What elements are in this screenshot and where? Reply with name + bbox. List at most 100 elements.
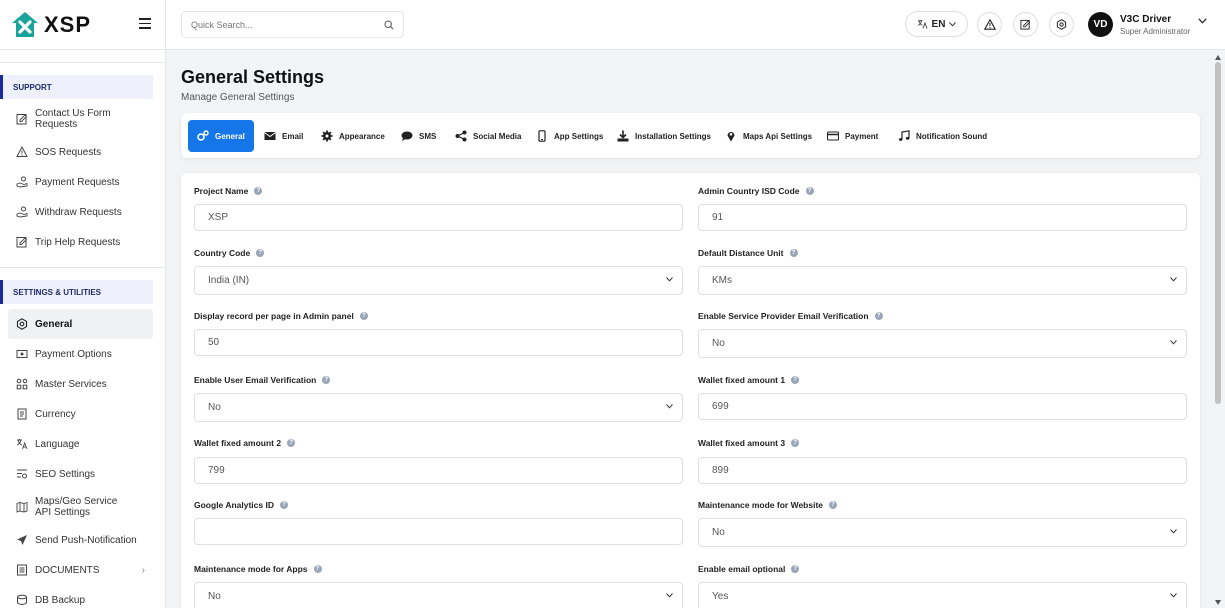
sidebar-item-language[interactable]: Language xyxy=(0,429,165,459)
records-per-page-input[interactable]: 50 xyxy=(194,329,683,356)
settings-button[interactable] xyxy=(1049,12,1074,37)
label-text: Wallet fixed amount 3 xyxy=(698,438,786,448)
label-text: Wallet fixed amount 2 xyxy=(194,438,282,448)
help-icon[interactable]: ? xyxy=(287,439,296,447)
wallet-amount-2-input[interactable]: 799 xyxy=(194,457,683,484)
sidebar-item-maps-api[interactable]: Maps/Geo Service API Settings xyxy=(0,489,165,525)
download-icon xyxy=(617,130,629,142)
sidebar-item-documents[interactable]: DOCUMENTS › xyxy=(0,555,165,585)
distance-unit-select[interactable]: KMs xyxy=(698,266,1187,295)
language-code: EN xyxy=(931,18,946,30)
country-code-select[interactable]: India (IN) xyxy=(194,266,683,295)
email-optional-select[interactable]: Yes xyxy=(698,582,1187,608)
sidebar-item-label: DOCUMENTS xyxy=(35,564,100,576)
sidebar-item-label: SOS Requests xyxy=(35,146,102,158)
user-name[interactable]: V3C Driver xyxy=(1120,14,1171,25)
help-icon[interactable]: ? xyxy=(322,376,331,384)
notes-button[interactable] xyxy=(1013,12,1038,37)
help-icon[interactable]: ? xyxy=(279,501,288,509)
settings-tabs: General Email Appearance SMS Social Medi… xyxy=(181,113,1200,158)
field-label: Maintenance mode for Website? xyxy=(698,500,838,510)
tab-notification-sound[interactable]: Notification Sound xyxy=(898,120,987,152)
help-icon[interactable]: ? xyxy=(791,439,800,447)
warning-icon xyxy=(983,19,996,30)
user-email-verification-select[interactable]: No xyxy=(194,393,683,422)
sidebar-item-db-backup[interactable]: DB Backup xyxy=(0,585,165,608)
wallet-amount-3-input[interactable]: 899 xyxy=(698,457,1187,484)
admin-isd-code-input[interactable]: 91 xyxy=(698,204,1187,231)
sidebar-item-payment-options[interactable]: Payment Options xyxy=(0,339,165,369)
help-icon[interactable]: ? xyxy=(805,187,814,195)
sidebar-item-label: General xyxy=(35,318,73,330)
sidebar-item-general[interactable]: General xyxy=(8,309,153,339)
sidebar-item-seo-settings[interactable]: SEO Settings xyxy=(0,459,165,489)
sidebar-item-contact-us[interactable]: Contact Us Form Requests xyxy=(0,101,165,137)
sidebar-item-withdraw-requests[interactable]: Withdraw Requests xyxy=(0,197,165,227)
tab-app-settings[interactable]: App Settings xyxy=(536,120,603,152)
help-icon[interactable]: ? xyxy=(359,312,368,320)
website-maintenance-select[interactable]: No xyxy=(698,518,1187,547)
field-label: Enable User Email Verification? xyxy=(194,375,331,385)
sidebar-item-trip-help[interactable]: Trip Help Requests xyxy=(0,227,165,257)
search-icon[interactable] xyxy=(384,19,394,30)
project-name-input[interactable]: XSP xyxy=(194,204,683,231)
edit-icon xyxy=(1020,19,1031,30)
scrollbar-thumb[interactable] xyxy=(1215,62,1221,404)
search-box[interactable] xyxy=(181,11,404,38)
field-value: 50 xyxy=(208,337,220,348)
sidebar-item-label: Contact Us Form Requests xyxy=(35,108,111,130)
general-settings-form: Project Name? XSP Admin Country ISD Code… xyxy=(181,173,1200,608)
tab-appearance[interactable]: Appearance xyxy=(321,120,385,152)
help-icon[interactable]: ? xyxy=(256,249,265,257)
help-icon[interactable]: ? xyxy=(874,312,883,320)
provider-email-verification-select[interactable]: No xyxy=(698,329,1187,358)
tab-payment[interactable]: Payment xyxy=(827,120,878,152)
help-icon[interactable]: ? xyxy=(789,249,798,257)
help-icon[interactable]: ? xyxy=(791,376,800,384)
tab-maps-api-settings[interactable]: Maps Api Settings xyxy=(725,120,812,152)
seo-icon xyxy=(17,469,27,479)
field-label: Wallet fixed amount 3? xyxy=(698,438,800,448)
tab-general[interactable]: General xyxy=(188,120,254,152)
help-icon[interactable]: ? xyxy=(313,565,322,573)
tab-label: Appearance xyxy=(339,131,385,141)
field-label: Wallet fixed amount 2? xyxy=(194,438,296,448)
tab-installation-settings[interactable]: Installation Settings xyxy=(617,120,711,152)
tab-label: General xyxy=(215,131,245,141)
wallet-amount-1-input[interactable]: 699 xyxy=(698,393,1187,420)
field-label: Admin Country ISD Code? xyxy=(698,186,814,196)
sidebar-item-master-services[interactable]: Master Services xyxy=(0,369,165,399)
field-value: No xyxy=(208,402,221,413)
document-icon xyxy=(17,564,27,576)
label-text: Maintenance mode for Apps xyxy=(194,564,308,574)
hamburger-menu-icon[interactable] xyxy=(139,18,151,29)
sidebar-item-label: DB Backup xyxy=(35,594,86,606)
sidebar-item-label: Language xyxy=(35,438,80,450)
sidebar-item-sos[interactable]: SOS Requests xyxy=(0,137,165,167)
sidebar-item-push-notification[interactable]: Send Push-Notification xyxy=(0,525,165,555)
chevron-down-icon xyxy=(1170,529,1177,534)
chevron-down-icon[interactable] xyxy=(1198,18,1207,24)
sidebar-item-payment-requests[interactable]: Payment Requests xyxy=(0,167,165,197)
avatar[interactable]: VD xyxy=(1088,12,1113,37)
field-value: 91 xyxy=(712,212,724,223)
help-icon[interactable]: ? xyxy=(791,565,800,573)
logo-bar: XSP xyxy=(0,0,165,50)
tab-sms[interactable]: SMS xyxy=(401,120,436,152)
field-value: XSP xyxy=(208,212,229,223)
help-icon[interactable]: ? xyxy=(829,501,838,509)
gears-icon xyxy=(197,130,209,141)
field-value: 799 xyxy=(208,465,225,476)
apps-maintenance-select[interactable]: No xyxy=(194,582,683,608)
hand-coins-icon xyxy=(16,206,28,218)
search-input[interactable] xyxy=(191,19,384,30)
tab-email[interactable]: Email xyxy=(264,120,303,152)
share-icon xyxy=(455,130,467,142)
field-value: No xyxy=(208,591,221,602)
sidebar-item-currency[interactable]: Currency xyxy=(0,399,165,429)
language-selector[interactable]: EN xyxy=(905,11,968,37)
google-analytics-input[interactable] xyxy=(194,518,683,545)
tab-social-media[interactable]: Social Media xyxy=(455,120,521,152)
alerts-button[interactable] xyxy=(977,12,1002,37)
help-icon[interactable]: ? xyxy=(254,187,263,195)
